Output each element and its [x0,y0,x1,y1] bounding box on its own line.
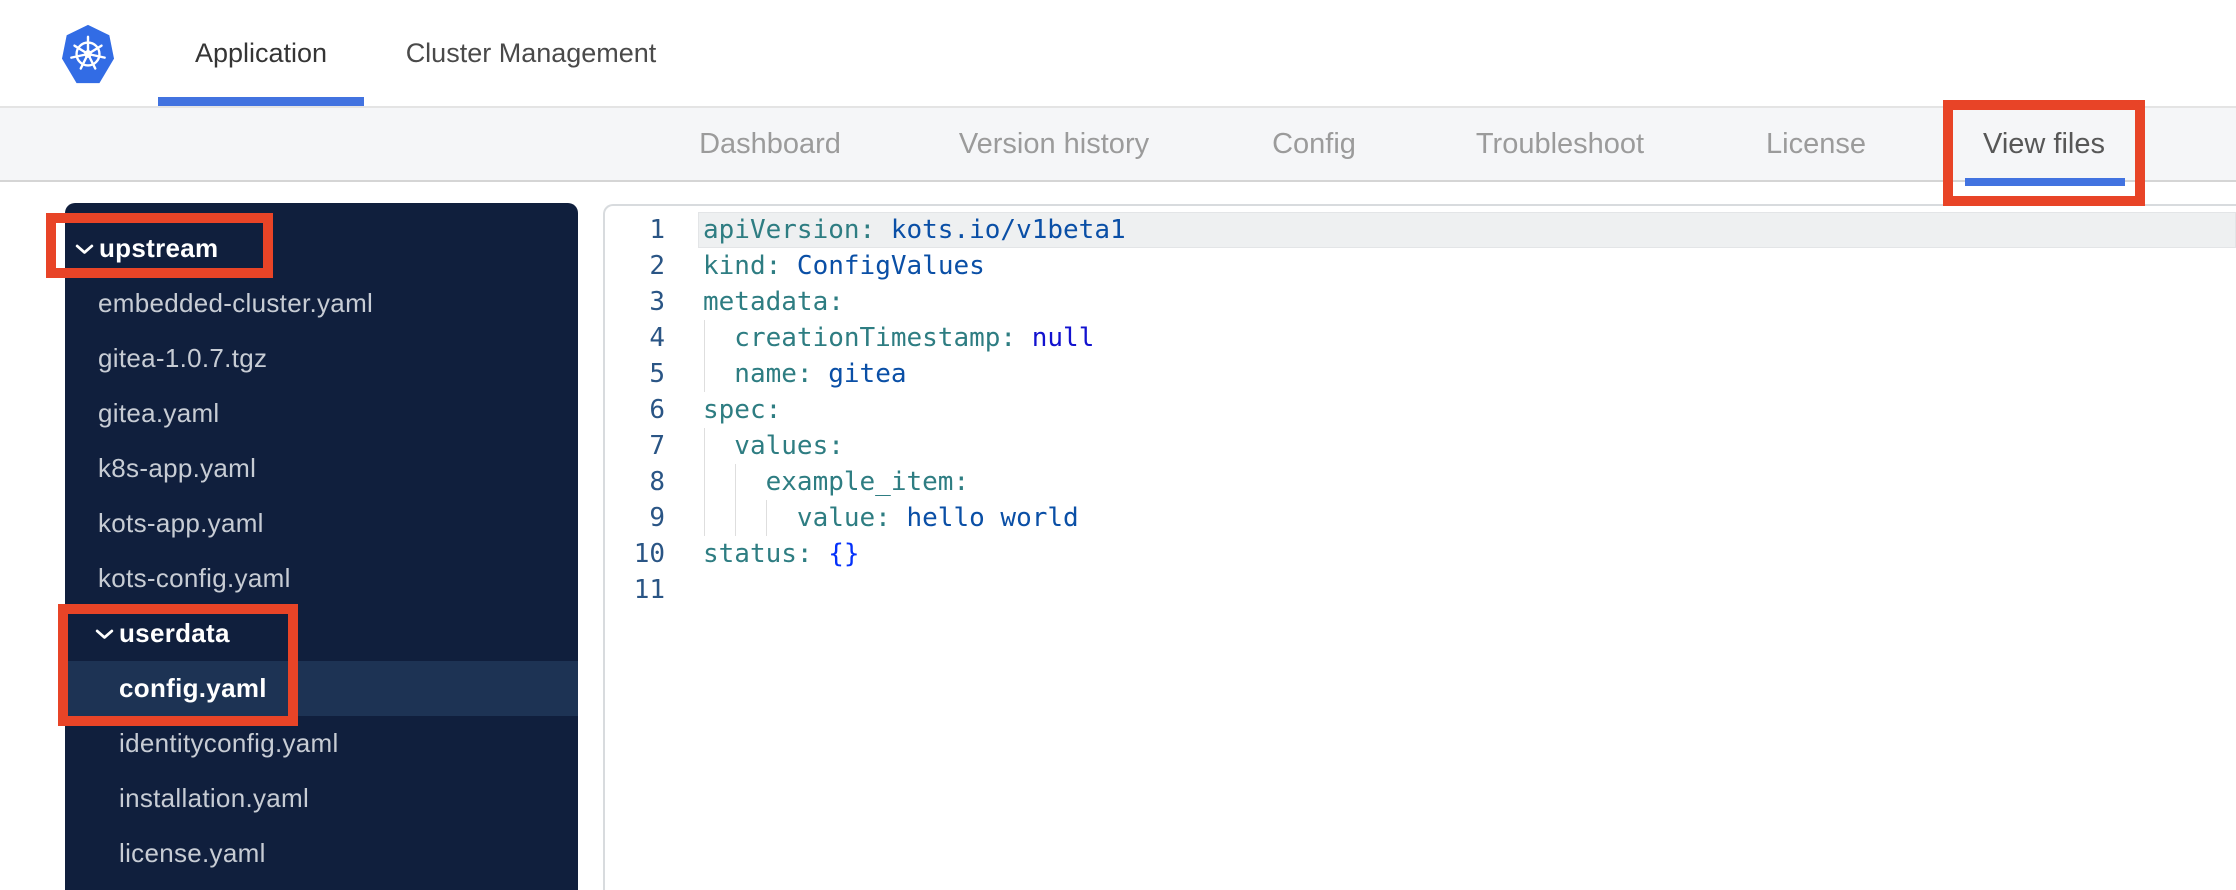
code-line-4: 4 creationTimestamp: null [605,320,2236,356]
subnav-item-license[interactable]: License [1766,108,1866,180]
indent-guide [766,500,767,536]
indent-guide [704,320,705,356]
view-files-active-underline [1965,178,2125,186]
tree-item-label: upstream [99,233,219,263]
chevron-down-icon [75,244,94,254]
code-text: spec: [703,395,782,425]
code-line-7: 7 values: [605,428,2236,464]
top-bar: Application Cluster Management [0,0,2236,108]
indent-guide [704,428,705,464]
code-text: metadata: [703,287,844,317]
code-line-3: 3 metadata: [605,284,2236,320]
code-line-5: 5 name: gitea [605,356,2236,392]
code-text: value: hello world [665,500,2236,536]
subnav-item-dashboard[interactable]: Dashboard [699,108,841,180]
code-line-6: 6 spec: [605,392,2236,428]
line-number: 10 [633,539,665,569]
tree-item-label: installation.yaml [119,783,310,813]
tree-item-label: gitea.yaml [98,398,220,428]
code-line-10: 10 status: {} [605,536,2236,572]
indent-guide [735,464,736,500]
tree-file-license.yaml[interactable]: license.yaml [65,826,578,881]
tree-file-gitea.yaml[interactable]: gitea.yaml [65,386,578,441]
tree-folder-upstream[interactable]: upstream [65,221,578,276]
active-tab-underline [158,97,364,106]
tree-file-installation.yaml[interactable]: installation.yaml [65,771,578,826]
line-number: 7 [649,431,665,461]
file-tree: upstream embedded-cluster.yaml gitea-1.0.7… [65,203,578,881]
subnav-item-config[interactable]: Config [1272,108,1356,180]
tab-cluster-management[interactable]: Cluster Management [366,0,696,106]
code-text: name: gitea [665,356,2236,392]
tree-folder-userdata[interactable]: userdata [65,606,578,661]
tree-item-label: embedded-cluster.yaml [98,288,374,318]
code-line-8: 8 example_item: [605,464,2236,500]
tree-item-label: license.yaml [119,838,266,868]
tree-file-identityconfig.yaml[interactable]: identityconfig.yaml [65,716,578,771]
line-number: 11 [633,575,665,605]
code-line-2: 2 kind: ConfigValues [605,248,2236,284]
line-number: 2 [649,251,665,281]
tree-item-label: gitea-1.0.7.tgz [98,343,268,373]
tree-file-config.yaml[interactable]: config.yaml [65,661,578,716]
line-number: 8 [649,467,665,497]
kubernetes-logo-icon [62,24,114,84]
tree-item-label: kots-app.yaml [98,508,264,538]
tree-item-label: kots-config.yaml [98,563,291,593]
tree-item-label: config.yaml [119,673,267,703]
tree-item-label: identityconfig.yaml [119,728,339,758]
subnav-item-troubleshoot[interactable]: Troubleshoot [1476,108,1644,180]
code-editor[interactable]: 1 apiVersion: kots.io/v1beta1 2 kind: Confi… [605,206,2236,608]
indent-guide [704,356,705,392]
file-tree-panel: upstream embedded-cluster.yaml gitea-1.0.7… [65,203,578,890]
line-number: 5 [649,359,665,389]
tree-item-label: userdata [119,618,230,648]
chevron-down-icon [95,629,114,639]
code-text: values: [665,428,2236,464]
line-number: 3 [649,287,665,317]
tree-file-kots-app.yaml[interactable]: kots-app.yaml [65,496,578,551]
line-number: 9 [649,503,665,533]
code-text: kind: ConfigValues [703,251,985,281]
indent-guide [704,500,705,536]
code-text: example_item: [665,464,2236,500]
indent-guide [704,464,705,500]
indent-guide [735,500,736,536]
tab-application-label: Application [194,37,328,68]
line-number: 1 [649,215,665,245]
tree-file-kots-config.yaml[interactable]: kots-config.yaml [65,551,578,606]
code-text: apiVersion: kots.io/v1beta1 [665,212,2236,248]
tab-cluster-management-label: Cluster Management [405,37,657,68]
line-number: 6 [649,395,665,425]
tree-file-gitea-1.0.7.tgz[interactable]: gitea-1.0.7.tgz [65,331,578,386]
subnav-item-view-files[interactable]: View files [1983,108,2105,180]
code-line-9: 9 value: hello world [605,500,2236,536]
line-number: 4 [649,323,665,353]
app-subnav: Dashboard Version history Config Trouble… [0,108,2236,182]
code-text: status: {} [703,539,860,569]
subnav-item-version-history[interactable]: Version history [959,108,1149,180]
tree-item-label: k8s-app.yaml [98,453,257,483]
code-line-11: 11 [605,572,2236,608]
file-viewer-panel: 1 apiVersion: kots.io/v1beta1 2 kind: Confi… [603,204,2236,890]
tab-application[interactable]: Application [158,0,364,106]
code-line-1: 1 apiVersion: kots.io/v1beta1 [605,212,2236,248]
tree-file-embedded-cluster.yaml[interactable]: embedded-cluster.yaml [65,276,578,331]
tree-file-k8s-app.yaml[interactable]: k8s-app.yaml [65,441,578,496]
code-text: creationTimestamp: null [665,320,2236,356]
